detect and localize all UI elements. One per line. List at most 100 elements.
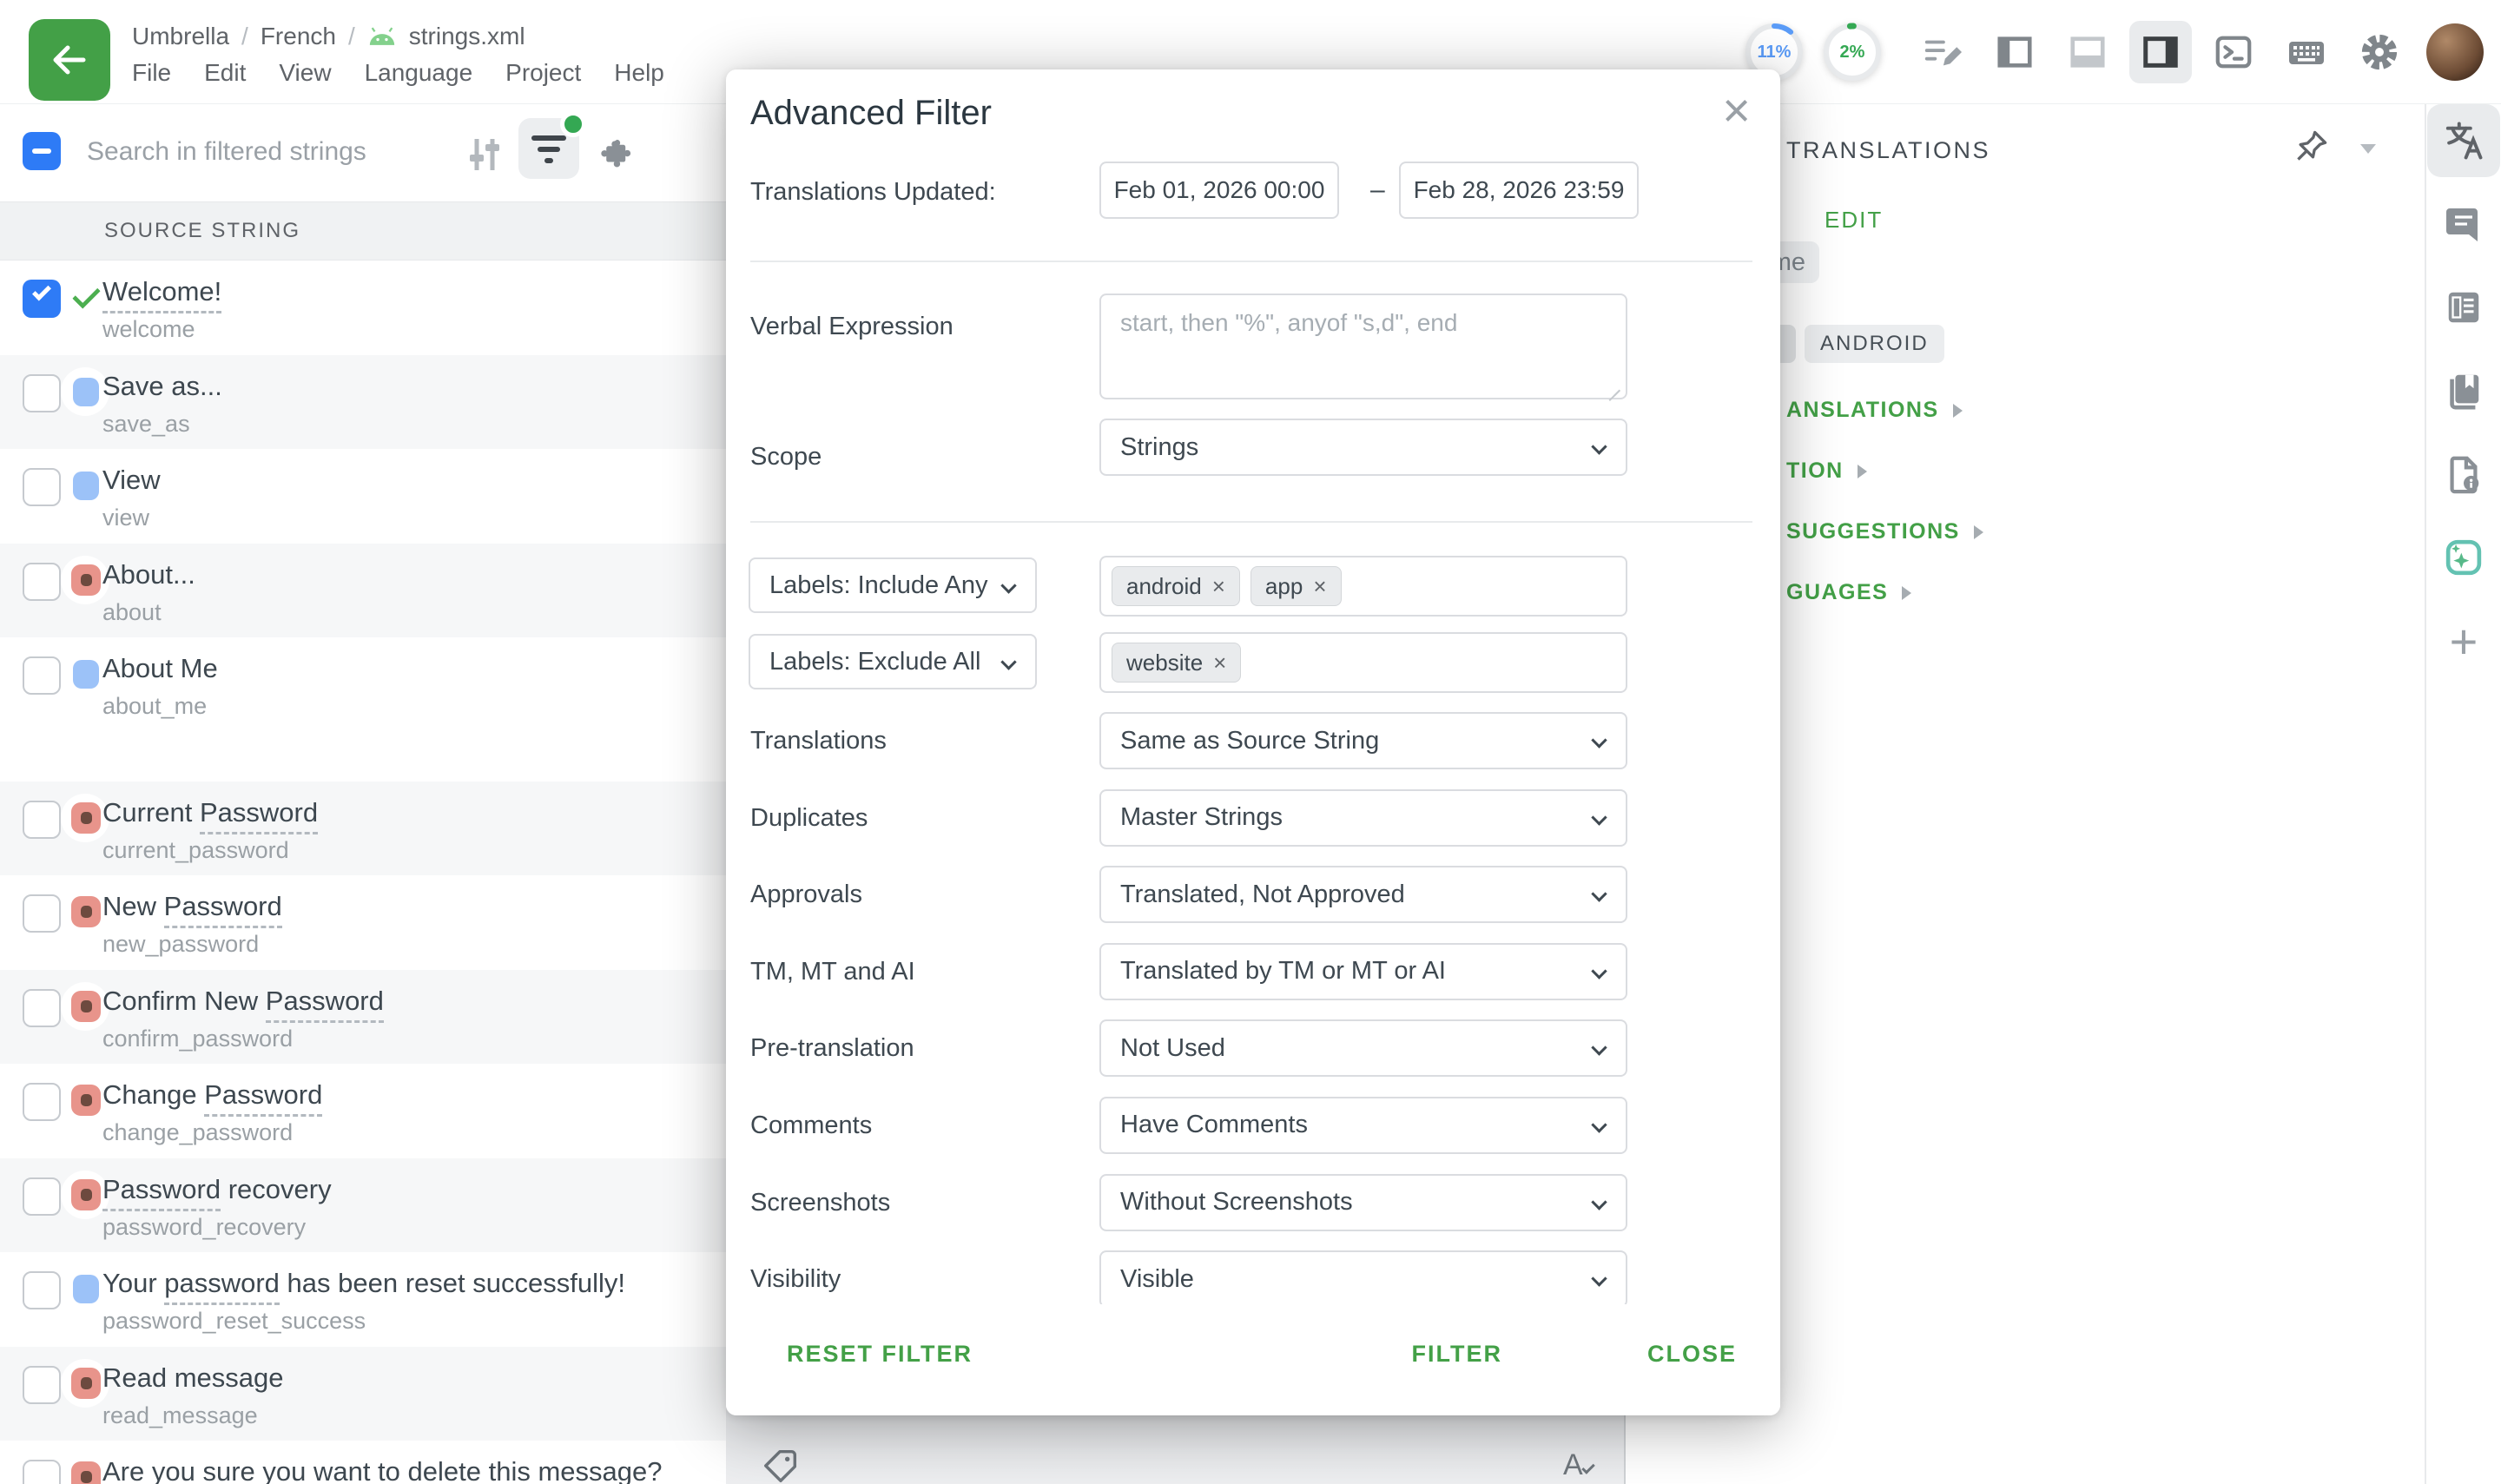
menu-item[interactable]: Language — [365, 59, 473, 87]
menu-item[interactable]: View — [279, 59, 331, 87]
gear-icon — [2359, 32, 2399, 72]
filter-button-active[interactable] — [518, 118, 579, 179]
close-button[interactable]: CLOSE — [1647, 1341, 1737, 1368]
row-checkbox[interactable] — [23, 1366, 61, 1404]
scope-select[interactable]: Strings — [1099, 419, 1627, 476]
modal-close-icon[interactable]: × — [1722, 82, 1751, 138]
row-checkbox[interactable] — [23, 894, 61, 933]
field-select[interactable]: Not Used — [1099, 1019, 1627, 1077]
search-input[interactable]: Search in filtered strings — [87, 137, 366, 167]
list-item[interactable]: Confirm New Password confirm_password — [0, 970, 726, 1065]
console-button[interactable] — [2202, 21, 2265, 83]
list-item[interactable]: Welcome! welcome — [0, 261, 726, 355]
string-key: password_recovery — [102, 1214, 306, 1241]
chevron-down-icon — [1591, 809, 1607, 825]
modal-title: Advanced Filter — [750, 94, 992, 133]
plus-icon: + — [2450, 613, 2478, 669]
resize-handle-icon[interactable] — [1607, 379, 1620, 392]
verbal-expression-textarea[interactable]: start, then "%", anyof "s,d", end — [1099, 294, 1627, 399]
list-item[interactable]: Change Password change_password — [0, 1064, 726, 1158]
spellcheck-icon[interactable]: A — [1563, 1448, 1583, 1482]
row-checkbox[interactable] — [23, 468, 61, 506]
row-checkbox[interactable] — [23, 280, 61, 318]
translations-tab[interactable] — [2427, 104, 2500, 177]
plugins-icon[interactable] — [596, 135, 634, 174]
status-badge — [70, 990, 102, 1023]
list-item[interactable]: View view — [0, 449, 726, 544]
layout-left-button[interactable] — [1983, 21, 2046, 83]
menu-item[interactable]: Project — [505, 59, 581, 87]
field-select[interactable]: Have Comments — [1099, 1097, 1627, 1154]
pin-icon[interactable] — [2293, 127, 2331, 165]
row-checkbox[interactable] — [23, 374, 61, 412]
breadcrumb-file[interactable]: strings.xml — [409, 23, 525, 50]
labels-include-select[interactable]: Labels: Include Any — [749, 557, 1037, 613]
filter-field-row: Approvals Translated, Not Approved — [726, 866, 1780, 923]
row-checkbox[interactable] — [23, 1177, 61, 1216]
list-item[interactable]: About... about — [0, 544, 726, 638]
remove-icon[interactable]: × — [1213, 650, 1226, 676]
list-item[interactable]: Password recovery password_recovery — [0, 1158, 726, 1253]
shortcuts-button[interactable] — [2275, 21, 2338, 83]
chevron-down-icon — [1000, 577, 1016, 593]
list-item[interactable]: Save as... save_as — [0, 355, 726, 450]
chevron-down-icon[interactable] — [2360, 144, 2376, 154]
source-string-title: New Password — [102, 891, 282, 922]
list-item[interactable]: New Password new_password — [0, 875, 726, 970]
labels-exclude-select[interactable]: Labels: Exclude All — [749, 634, 1037, 689]
field-select[interactable]: Visible — [1099, 1250, 1627, 1308]
row-checkbox[interactable] — [23, 1460, 61, 1484]
select-all-checkbox[interactable] — [23, 132, 61, 170]
chevron-down-icon — [1591, 963, 1607, 979]
back-button[interactable] — [29, 19, 110, 101]
list-item[interactable]: Current Password current_password — [0, 782, 726, 876]
row-checkbox[interactable] — [23, 801, 61, 839]
remove-icon[interactable]: × — [1212, 573, 1225, 600]
date-to-input[interactable]: Feb 28, 2026 23:59 — [1399, 162, 1639, 219]
date-from-input[interactable]: Feb 01, 2026 00:00 — [1099, 162, 1339, 219]
breadcrumb-project[interactable]: Umbrella — [132, 23, 229, 50]
labels-tag-icon[interactable] — [761, 1446, 801, 1484]
field-select[interactable]: Without Screenshots — [1099, 1174, 1627, 1231]
layout-right-button[interactable] — [2129, 21, 2192, 83]
menu-item[interactable]: Help — [614, 59, 664, 87]
row-checkbox[interactable] — [23, 563, 61, 601]
row-checkbox[interactable] — [23, 989, 61, 1027]
string-key: read_message — [102, 1402, 258, 1429]
add-tab[interactable]: + — [2427, 604, 2500, 677]
keyboard-icon — [2286, 31, 2327, 73]
list-item[interactable]: Read message read_message — [0, 1347, 726, 1441]
tune-filter-icon[interactable] — [465, 135, 504, 174]
row-checkbox[interactable] — [23, 1271, 61, 1309]
field-select[interactable]: Same as Source String — [1099, 712, 1627, 769]
layout-bottom-button[interactable] — [2056, 21, 2119, 83]
settings-button[interactable] — [2348, 21, 2411, 83]
verbal-expression-placeholder: start, then "%", anyof "s,d", end — [1120, 309, 1457, 337]
glossary-tab[interactable] — [2427, 354, 2500, 427]
user-avatar[interactable] — [2426, 23, 2484, 81]
row-checkbox[interactable] — [23, 656, 61, 695]
menu-item[interactable]: Edit — [204, 59, 246, 87]
field-select[interactable]: Translated by TM or MT or AI — [1099, 943, 1627, 1000]
drafts-button[interactable] — [1910, 21, 1973, 83]
breadcrumb-language[interactable]: French — [261, 23, 336, 50]
glossary-term: Password — [266, 986, 384, 1023]
remove-icon[interactable]: × — [1313, 573, 1326, 600]
field-select[interactable]: Master Strings — [1099, 789, 1627, 847]
context-tab[interactable] — [2427, 271, 2500, 344]
filter-button[interactable]: FILTER — [1412, 1341, 1502, 1368]
labels-exclude-chips[interactable]: website× — [1099, 632, 1627, 693]
file-info-tab[interactable] — [2427, 438, 2500, 511]
list-item[interactable]: Your password has been reset successfull… — [0, 1252, 726, 1347]
reset-filter-button[interactable]: RESET FILTER — [787, 1341, 973, 1368]
list-item[interactable]: Are you sure you want to delete this mes… — [0, 1441, 726, 1484]
list-item[interactable]: About Me about_me — [0, 637, 726, 732]
edit-link[interactable]: EDIT — [1825, 207, 1883, 234]
approved-progress-ring[interactable]: 2% — [1822, 22, 1883, 82]
row-checkbox[interactable] — [23, 1083, 61, 1121]
menu-item[interactable]: File — [132, 59, 171, 87]
comments-tab[interactable] — [2427, 188, 2500, 261]
ai-tab[interactable] — [2427, 521, 2500, 594]
field-select[interactable]: Translated, Not Approved — [1099, 866, 1627, 923]
labels-include-chips[interactable]: android× app× — [1099, 556, 1627, 617]
